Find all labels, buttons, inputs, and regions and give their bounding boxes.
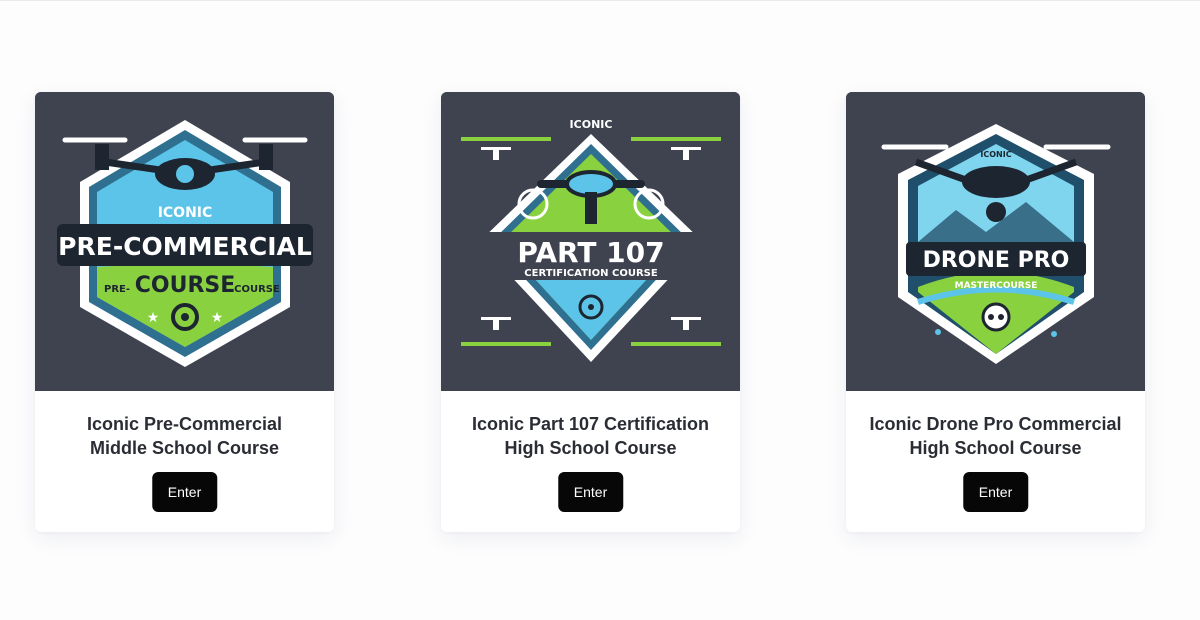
badge-line-main: PART 107 [517,236,664,269]
course-card-pre-commercial: ICONIC PRE-COMMERCIAL COURSE PRE- COURSE… [35,92,334,532]
course-badge-image: ICONIC DRONE PRO MASTERCOURSE [846,92,1145,391]
course-card-drone-pro: ICONIC DRONE PRO MASTERCOURSE Iconic Dro… [846,92,1145,532]
course-title-line-1: Iconic Drone Pro Commercial [869,414,1122,434]
course-badge-image: ICONIC PRE-COMMERCIAL COURSE PRE- COURSE… [35,92,334,391]
course-card-part-107: ICONIC PART 107 CERTIFICATION COURSE Ico… [441,92,740,532]
course-title: Iconic Pre-Commercial Middle School Cour… [45,412,324,460]
top-divider [0,0,1200,1]
badge-line-main: PRE-COMMERCIAL [58,232,312,261]
enter-button[interactable]: Enter [557,472,624,512]
course-title-line-2: Middle School Course [89,438,280,458]
badge-line-top: ICONIC [980,150,1011,159]
badge-line-top: ICONIC [570,118,613,131]
svg-text:★: ★ [147,309,160,325]
course-title-line-2: High School Course [909,438,1082,458]
course-title-line-1: Iconic Part 107 Certification [471,414,710,434]
svg-text:★: ★ [211,309,224,325]
drone-badge-icon: ICONIC DRONE PRO MASTERCOURSE [846,92,1145,391]
enter-button[interactable]: Enter [962,472,1029,512]
drone-badge-icon: ICONIC PART 107 CERTIFICATION COURSE [441,92,740,391]
badge-line-main: DRONE PRO [923,248,1070,273]
course-title-line-2: High School Course [504,438,677,458]
enter-button[interactable]: Enter [151,472,218,512]
drone-badge-icon: ICONIC PRE-COMMERCIAL COURSE PRE- COURSE… [35,92,334,391]
badge-ribbon-right: COURSE [234,284,280,295]
badge-line-bottom: COURSE [135,273,236,298]
badge-ribbon-left: PRE- [104,284,130,295]
course-title: Iconic Drone Pro Commercial High School … [856,412,1135,460]
course-title: Iconic Part 107 Certification High Schoo… [451,412,730,460]
badge-line-top: ICONIC [158,205,213,221]
badge-line-bottom: MASTERCOURSE [955,281,1038,291]
course-badge-image: ICONIC PART 107 CERTIFICATION COURSE [441,92,740,391]
course-title-line-1: Iconic Pre-Commercial [86,414,283,434]
badge-line-bottom: CERTIFICATION COURSE [524,268,658,279]
